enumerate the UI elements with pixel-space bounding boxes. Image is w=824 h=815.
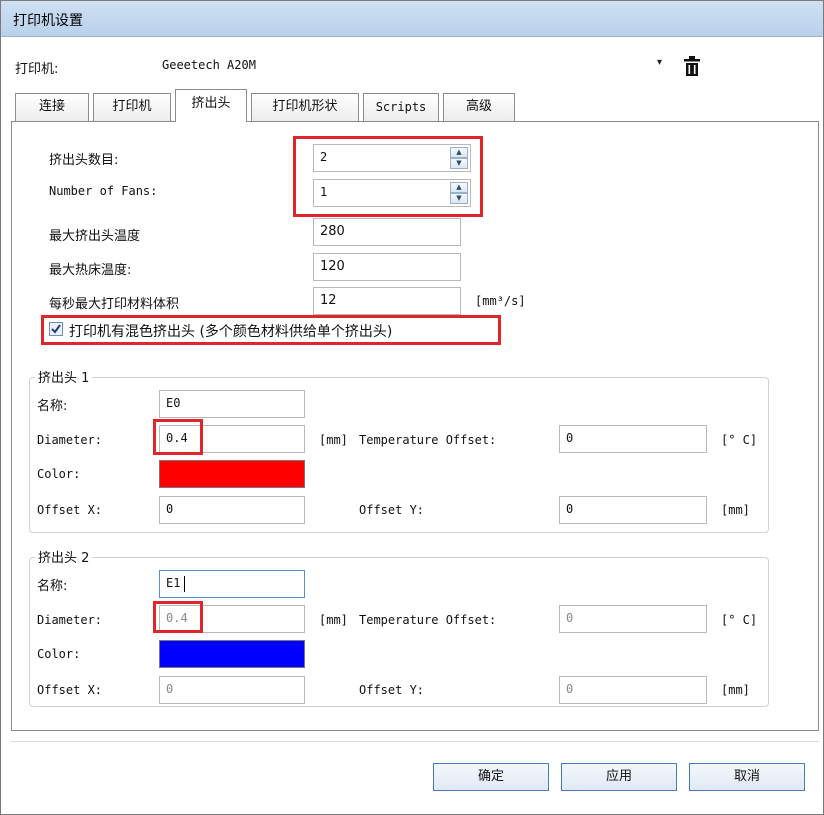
fans-label: Number of Fans: [49, 184, 158, 198]
extruder-1-offset-x-value: 0 [166, 502, 174, 516]
ok-button[interactable]: 确定 [433, 763, 549, 791]
extruder-2-offset-x-input[interactable]: 0 [159, 676, 305, 704]
extruder-1-offset-y-label: Offset Y: [359, 503, 425, 517]
tab-connection[interactable]: 连接 [15, 93, 89, 121]
extruder-2-offset-x-value: 0 [166, 682, 174, 696]
extruder-2-offset-y-input[interactable]: 0 [559, 676, 707, 704]
highlight-box [153, 419, 203, 455]
max-volume-value: 12 [320, 293, 337, 308]
extruder-1-offset-unit: [mm] [721, 503, 750, 517]
text-cursor [184, 576, 185, 592]
printer-select-value: Geeetech A20M [162, 58, 256, 72]
max-extruder-temp-input[interactable]: 280 [313, 218, 461, 246]
title-bar[interactable]: 打印机设置 [1, 1, 823, 37]
tab-advanced[interactable]: 高级 [443, 93, 515, 121]
window-title: 打印机设置 [13, 13, 83, 29]
tab-label: 连接 [38, 99, 65, 114]
extruder-1-offset-x-label: Offset X: [37, 503, 103, 517]
extruder-1-temp-offset-label: Temperature Offset: [359, 433, 497, 447]
ok-button-label: 确定 [477, 769, 504, 784]
extruder-2-color-swatch[interactable] [159, 640, 305, 668]
max-bed-temp-label: 最大热床温度: [49, 263, 132, 278]
extruder-1-group-title: 挤出头 1 [35, 367, 93, 386]
highlight-box [293, 136, 483, 217]
chevron-down-icon[interactable]: ▾ [657, 57, 662, 68]
max-volume-label: 每秒最大打印材料体积 [49, 297, 180, 312]
divider [11, 741, 819, 742]
extruder-1-temp-offset-value: 0 [566, 431, 574, 445]
tab-label: 挤出头 [191, 96, 231, 111]
apply-button[interactable]: 应用 [561, 763, 677, 791]
extruder-1-color-swatch[interactable] [159, 460, 305, 488]
extruder-2-temp-offset-value: 0 [566, 611, 574, 625]
extruder-2-group-title: 挤出头 2 [35, 547, 93, 566]
extruder-1-offset-y-input[interactable]: 0 [559, 496, 707, 524]
tab-label: 高级 [465, 99, 492, 114]
printer-select[interactable]: Geeetech A20M ▾ [121, 53, 669, 79]
extruder-2-offset-y-value: 0 [566, 682, 574, 696]
tab-printer[interactable]: 打印机 [93, 93, 171, 121]
extruder-1-name-value: E0 [166, 396, 181, 410]
extruder-2-offset-unit: [mm] [721, 683, 750, 697]
extruder-2-temp-offset-label: Temperature Offset: [359, 613, 497, 627]
tab-bar: 连接 打印机 挤出头 打印机形状 Scripts 高级 [15, 89, 815, 122]
extruder-2-name-value: E1 [166, 576, 181, 590]
cancel-button-label: 取消 [733, 769, 760, 784]
printer-settings-window: 打印机设置 打印机: Geeetech A20M ▾ 连接 打印机 挤出头 打印… [0, 0, 824, 815]
extruder-2-temp-offset-unit: [° C] [721, 613, 758, 627]
tab-extruder[interactable]: 挤出头 [175, 89, 247, 122]
extruder-2-offset-y-label: Offset Y: [359, 683, 425, 697]
max-extruder-temp-label: 最大挤出头温度 [49, 229, 141, 244]
extruder-2-temp-offset-input[interactable]: 0 [559, 605, 707, 633]
tab-printer-shape[interactable]: 打印机形状 [251, 93, 359, 121]
trash-icon[interactable] [681, 54, 703, 78]
extruder-2-diameter-label: Diameter: [37, 613, 103, 627]
extruder-1-temp-offset-input[interactable]: 0 [559, 425, 707, 453]
max-bed-temp-input[interactable]: 120 [313, 253, 461, 281]
max-volume-input[interactable]: 12 [313, 287, 461, 315]
tab-label: Scripts [375, 100, 427, 114]
tab-label: 打印机 [112, 99, 152, 114]
highlight-box [153, 601, 203, 633]
extruder-1-offset-y-value: 0 [566, 502, 574, 516]
printer-label: 打印机: [15, 62, 59, 77]
extruder-2-name-label: 名称: [37, 579, 68, 594]
extruder-2-diameter-unit: [mm] [319, 613, 348, 627]
extruder-1-diameter-label: Diameter: [37, 433, 103, 447]
extruder-2-color-label: Color: [37, 647, 81, 661]
extruder-2-offset-x-label: Offset X: [37, 683, 103, 697]
max-bed-temp-value: 120 [320, 259, 345, 274]
max-extruder-temp-value: 280 [320, 224, 345, 239]
tab-scripts[interactable]: Scripts [363, 93, 439, 121]
extruder-1-color-label: Color: [37, 467, 81, 481]
tab-label: 打印机形状 [272, 99, 338, 114]
extruder-2-name-input[interactable]: E1 [159, 570, 305, 598]
highlight-box [41, 315, 501, 345]
extruder-1-temp-offset-unit: [° C] [721, 433, 758, 447]
max-volume-unit: [mm³/s] [475, 294, 526, 308]
extruder-1-name-label: 名称: [37, 399, 68, 414]
cancel-button[interactable]: 取消 [689, 763, 805, 791]
extruder-1-diameter-unit: [mm] [319, 433, 348, 447]
extruder-count-label: 挤出头数目: [49, 153, 119, 168]
apply-button-label: 应用 [605, 769, 632, 784]
extruder-1-offset-x-input[interactable]: 0 [159, 496, 305, 524]
extruder-1-name-input[interactable]: E0 [159, 390, 305, 418]
